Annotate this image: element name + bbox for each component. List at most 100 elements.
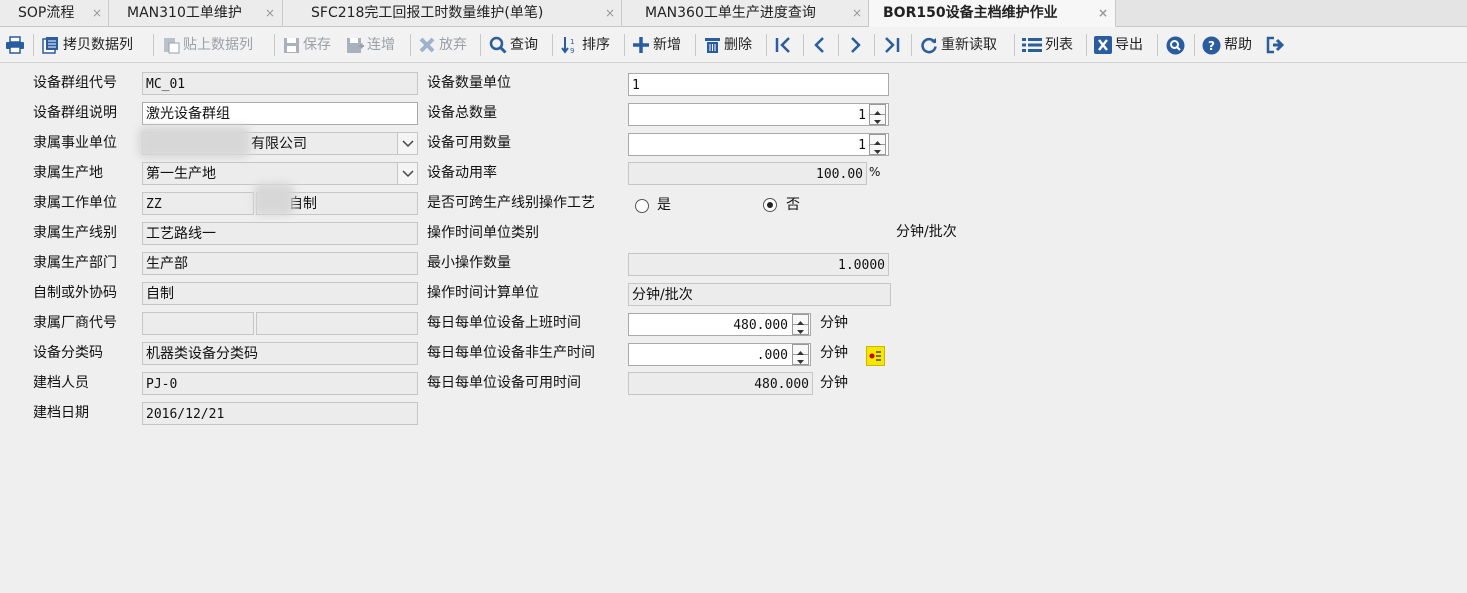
qty-unit-label: 设备数量单位 [427,75,511,91]
spin-up-icon[interactable] [793,345,808,355]
toolbar-separator [33,34,34,56]
add-label: 新增 [653,37,681,53]
redacted-area [254,183,294,215]
detail-icon-button[interactable] [866,346,885,366]
paste-row-button[interactable]: 贴上数据列 [162,31,253,59]
inhouse-code-field[interactable]: 自制 [142,282,418,305]
chevron-right-icon [851,37,861,53]
daily-avail-unit: 分钟 [820,375,848,391]
help-label: 帮助 [1224,37,1252,53]
list-button[interactable]: 列表 [1022,31,1073,59]
tab-sfc218[interactable]: SFC218完工回报工时数量维护(单笔) × [283,0,622,26]
business-unit-dropdown[interactable] [397,133,417,154]
group-code-field[interactable]: MC_01 [142,72,418,95]
create-date-label: 建档日期 [33,405,89,421]
printer-icon [6,36,24,54]
group-desc-label: 设备群组说明 [33,105,117,121]
discard-label: 放弃 [439,37,467,53]
toolbar-separator [1194,34,1195,56]
reload-button[interactable]: 重新读取 [920,31,997,59]
sort-button[interactable]: 1 9 排序 [561,31,610,59]
list-label: 列表 [1045,37,1073,53]
print-button[interactable] [5,31,28,59]
department-field[interactable]: 生产部 [142,252,418,275]
department-label: 隶属生产部门 [33,255,117,271]
save-icon [284,37,299,53]
spin-up-icon[interactable] [793,315,808,325]
vendor-code-field[interactable] [142,312,254,335]
spin-down-icon[interactable] [870,145,885,155]
chevron-down-icon [402,140,414,148]
total-qty-field[interactable]: 1 [628,103,889,126]
daily-nonprod-field[interactable]: .000 [628,343,811,366]
util-rate-field: 100.00 [628,162,867,185]
help-icon: ? [1202,36,1221,54]
exit-button[interactable] [1266,31,1289,59]
cross-line-no-radio[interactable] [763,198,777,212]
create-date-field: 2016/12/21 [142,402,418,425]
spin-up-icon[interactable] [870,135,885,145]
search-icon [489,36,507,54]
last-record-button[interactable] [882,31,905,59]
category-code-field[interactable]: 机器类设备分类码 [142,342,418,365]
work-unit-code-field[interactable]: ZZ [142,192,254,215]
close-x-icon [419,37,435,53]
daily-nonprod-spinner[interactable] [792,344,809,365]
daily-work-field[interactable]: 480.000 [628,313,811,336]
close-icon[interactable]: × [605,0,615,26]
production-site-dropdown[interactable] [397,163,417,184]
prev-record-button[interactable] [812,31,831,59]
cross-line-yes-label: 是 [657,197,671,213]
toolbar-separator [803,34,804,56]
cross-line-yes-radio[interactable] [635,199,649,213]
tab-bor150[interactable]: BOR150设备主档维护作业 × [869,0,1116,27]
avail-qty-field[interactable]: 1 [628,133,889,156]
avail-qty-spinner[interactable] [869,134,886,155]
production-site-select[interactable]: 第一生产地 [142,162,418,185]
production-line-field[interactable]: 工艺路线一 [142,222,418,245]
spin-down-icon[interactable] [793,325,808,335]
delete-button[interactable]: 删除 [704,31,752,59]
save-button[interactable]: 保存 [283,31,331,59]
zoom-search-button[interactable] [1166,31,1188,59]
daily-avail-field: 480.000 [628,372,813,395]
daily-work-unit: 分钟 [820,315,848,331]
spin-up-icon[interactable] [870,105,885,115]
inhouse-code-label: 自制或外协码 [33,285,117,301]
percent-unit: % [869,165,881,179]
close-icon[interactable]: × [92,0,102,26]
total-qty-spinner[interactable] [869,104,886,125]
qty-unit-field[interactable]: 1 [628,73,889,96]
creator-label: 建档人员 [33,375,89,391]
close-icon[interactable]: × [852,0,862,26]
chevron-left-icon [814,37,824,53]
close-icon[interactable]: × [1098,0,1108,26]
sort-label: 排序 [582,37,610,53]
toolbar-separator [552,34,553,56]
next-record-button[interactable] [847,31,866,59]
continue-add-button[interactable]: 连增 [346,31,395,59]
sort-icon: 1 9 [561,37,574,54]
spin-down-icon[interactable] [793,355,808,365]
tab-man360[interactable]: MAN360工单生产进度查询 × [622,0,869,26]
toolbar-separator [695,34,696,56]
help-button[interactable]: ? 帮助 [1202,31,1252,59]
query-button[interactable]: 查询 [489,31,538,59]
spin-down-icon[interactable] [870,115,885,125]
copy-row-button[interactable]: 拷贝数据列 [42,31,133,59]
copy-icon [42,37,58,54]
group-desc-field[interactable]: 激光设备群组 [142,102,418,125]
detail-list-icon [869,351,881,361]
add-button[interactable]: 新增 [632,31,681,59]
close-icon[interactable]: × [265,0,275,26]
first-record-button[interactable] [774,31,797,59]
discard-button[interactable]: 放弃 [418,31,467,59]
tab-man310[interactable]: MAN310工单维护 × [109,0,283,26]
toolbar-separator [911,34,912,56]
chevron-down-icon [402,170,414,178]
export-button[interactable]: 导出 [1094,31,1143,59]
business-unit-value: 有限公司 [251,136,307,152]
tab-sop[interactable]: SOP流程 × [0,0,109,26]
daily-work-spinner[interactable] [792,314,809,335]
export-label: 导出 [1115,37,1143,53]
